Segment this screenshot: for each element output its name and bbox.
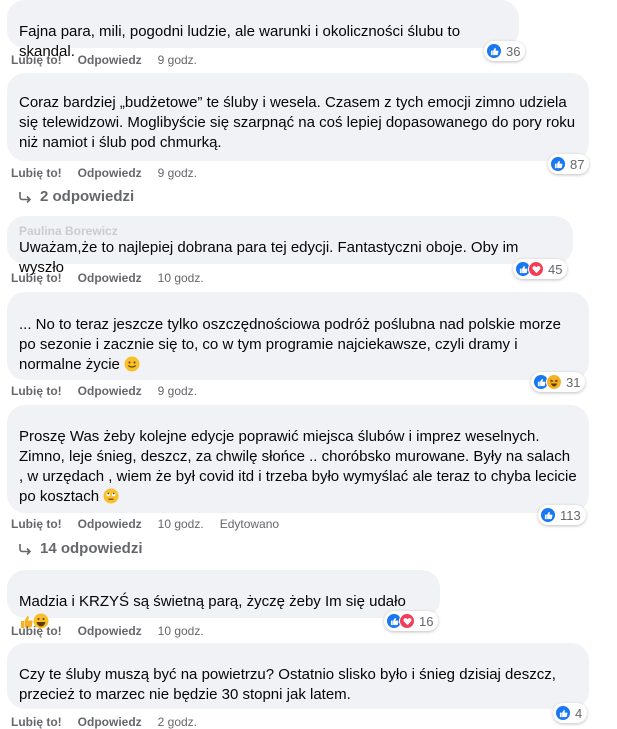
comment: Czy te śluby muszą być na powietrzu? Ost…	[7, 643, 589, 709]
reply-button[interactable]: Odpowiedz	[78, 624, 142, 638]
reaction-count: 45	[548, 261, 563, 277]
comment: ... No to teraz jeszcze tylko oszczędnoś…	[7, 292, 589, 380]
reply-arrow-icon	[19, 191, 32, 203]
comment-actions: Lubię to! Odpowiedz 10 godz.	[11, 624, 220, 638]
reaction-count: 16	[419, 613, 434, 629]
comment-bubble: Czy te śluby muszą być na powietrzu? Ost…	[7, 643, 589, 709]
reaction-summary[interactable]: 113	[538, 505, 586, 525]
reply-button[interactable]: Odpowiedz	[78, 517, 142, 531]
replies-count: 14 odpowiedzi	[40, 540, 143, 557]
comment: Paulina Borewicz Uważam,że to najlepiej …	[7, 216, 573, 276]
reply-button[interactable]: Odpowiedz	[78, 271, 142, 285]
reaction-count: 36	[506, 43, 521, 59]
reply-button[interactable]: Odpowiedz	[78, 53, 142, 67]
like-button[interactable]: Lubię to!	[11, 715, 62, 729]
comment-text: Proszę Was żeby kolejne edycje poprawić …	[19, 427, 577, 507]
reply-button[interactable]: Odpowiedz	[78, 384, 142, 398]
comment: Madzia i KRZYŚ są świetną parą, życzę że…	[7, 570, 440, 629]
reply-arrow-icon	[19, 543, 32, 555]
reply-button[interactable]: Odpowiedz	[78, 166, 142, 180]
edited-label[interactable]: Edytowano	[220, 517, 279, 531]
comment-bubble: Madzia i KRZYŚ są świetną parą, życzę że…	[7, 570, 440, 629]
comment-text: Czy te śluby muszą być na powietrzu? Ost…	[19, 666, 556, 703]
comment-text-content: ... No to teraz jeszcze tylko oszczędnoś…	[19, 316, 561, 373]
comment-text: Coraz bardziej „budżetowe” te śluby i we…	[19, 94, 576, 151]
timestamp[interactable]: 9 godz.	[158, 53, 197, 67]
reply-button[interactable]: Odpowiedz	[78, 715, 142, 729]
love-icon	[528, 261, 544, 277]
like-button[interactable]: Lubię to!	[11, 271, 62, 285]
timestamp[interactable]: 10 godz.	[158, 271, 204, 285]
comment-bubble: Coraz bardziej „budżetowe” te śluby i we…	[7, 73, 589, 161]
comment-bubble: Proszę Was żeby kolejne edycje poprawić …	[7, 405, 589, 513]
reaction-count: 31	[566, 374, 581, 390]
eye-roll-emoji	[103, 488, 119, 504]
timestamp[interactable]: 9 godz.	[158, 166, 197, 180]
comment-bubble: Fajna para, mili, pogodni ludzie, ale wa…	[7, 0, 519, 60]
comment-actions: Lubię to! Odpowiedz 9 godz.	[11, 53, 213, 67]
reaction-count: 4	[575, 705, 583, 721]
comment-actions: Lubię to! Odpowiedz 10 godz.	[11, 271, 220, 285]
like-button[interactable]: Lubię to!	[11, 624, 62, 638]
timestamp[interactable]: 10 godz.	[158, 624, 204, 638]
haha-icon	[546, 374, 562, 390]
reaction-summary[interactable]: 87	[548, 154, 590, 174]
comment: Proszę Was żeby kolejne edycje poprawić …	[7, 405, 589, 513]
love-icon	[399, 613, 415, 629]
reaction-count: 87	[570, 156, 585, 172]
comment-actions: Lubię to! Odpowiedz 9 godz.	[11, 384, 213, 398]
reaction-summary[interactable]: 4	[553, 703, 588, 723]
reaction-summary[interactable]: 45	[513, 259, 568, 279]
comment-bubble: Paulina Borewicz Uważam,że to najlepiej …	[7, 216, 573, 276]
like-icon	[555, 705, 571, 721]
comment: Coraz bardziej „budżetowe” te śluby i we…	[7, 73, 589, 161]
like-icon	[486, 43, 502, 59]
reaction-summary[interactable]: 16	[384, 611, 439, 631]
comment-bubble: ... No to teraz jeszcze tylko oszczędnoś…	[7, 292, 589, 380]
timestamp[interactable]: 10 godz.	[158, 517, 204, 531]
like-button[interactable]: Lubię to!	[11, 517, 62, 531]
like-button[interactable]: Lubię to!	[11, 166, 62, 180]
view-replies-button[interactable]: 14 odpowiedzi	[18, 540, 143, 557]
comment: Fajna para, mili, pogodni ludzie, ale wa…	[7, 0, 519, 60]
comment-actions: Lubię to! Odpowiedz 2 godz.	[11, 715, 213, 729]
replies-count: 2 odpowiedzi	[40, 188, 135, 205]
comment-text: ... No to teraz jeszcze tylko oszczędnoś…	[19, 315, 577, 375]
reaction-summary[interactable]: 36	[484, 41, 526, 61]
comment-actions: Lubię to! Odpowiedz 10 godz. Edytowano	[11, 517, 279, 531]
reaction-count: 113	[560, 507, 581, 523]
timestamp[interactable]: 9 godz.	[158, 384, 197, 398]
like-button[interactable]: Lubię to!	[11, 384, 62, 398]
like-icon	[550, 156, 566, 172]
timestamp[interactable]: 2 godz.	[158, 715, 197, 729]
view-replies-button[interactable]: 2 odpowiedzi	[18, 188, 134, 205]
slightly-smiling-emoji	[124, 356, 140, 372]
comment-text-content: Madzia i KRZYŚ są świetną parą, życzę że…	[19, 593, 406, 610]
like-icon	[540, 507, 556, 523]
comment-author[interactable]: Paulina Borewicz	[19, 224, 561, 238]
reaction-summary[interactable]: 31	[531, 372, 586, 392]
comment-actions: Lubię to! Odpowiedz 9 godz.	[11, 166, 213, 180]
like-button[interactable]: Lubię to!	[11, 53, 62, 67]
